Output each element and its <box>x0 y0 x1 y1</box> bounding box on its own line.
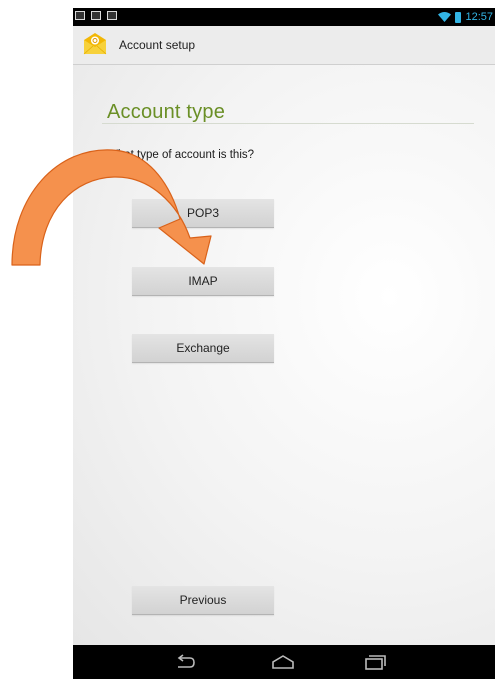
screenshot-stage: 12:57 Account setup Account type What ty… <box>0 0 495 679</box>
email-app-icon[interactable] <box>82 32 108 56</box>
home-icon[interactable] <box>270 653 296 671</box>
recent-apps-icon[interactable] <box>362 653 388 671</box>
image-icon <box>75 11 85 20</box>
download-icon <box>107 11 117 20</box>
wifi-icon <box>438 12 452 22</box>
exchange-button[interactable]: Exchange <box>132 334 274 363</box>
navigation-bar <box>73 645 495 679</box>
account-type-question: What type of account is this? <box>107 149 255 161</box>
system-status: 12:57 <box>438 9 493 25</box>
tablet-screen: 12:57 Account setup Account type What ty… <box>73 8 495 679</box>
pop3-button[interactable]: POP3 <box>132 199 274 228</box>
section-divider <box>102 123 474 124</box>
notification-icons <box>75 11 117 20</box>
action-bar: Account setup <box>73 26 495 65</box>
back-icon[interactable] <box>172 653 198 671</box>
clock: 12:57 <box>465 11 493 23</box>
mail-icon <box>91 11 101 20</box>
account-type-screen: Account type What type of account is thi… <box>73 65 495 645</box>
imap-button[interactable]: IMAP <box>132 267 274 296</box>
action-bar-title: Account setup <box>119 38 196 52</box>
status-bar: 12:57 <box>73 8 495 26</box>
previous-button[interactable]: Previous <box>132 586 274 615</box>
section-title: Account type <box>107 101 226 123</box>
battery-icon <box>455 11 462 23</box>
